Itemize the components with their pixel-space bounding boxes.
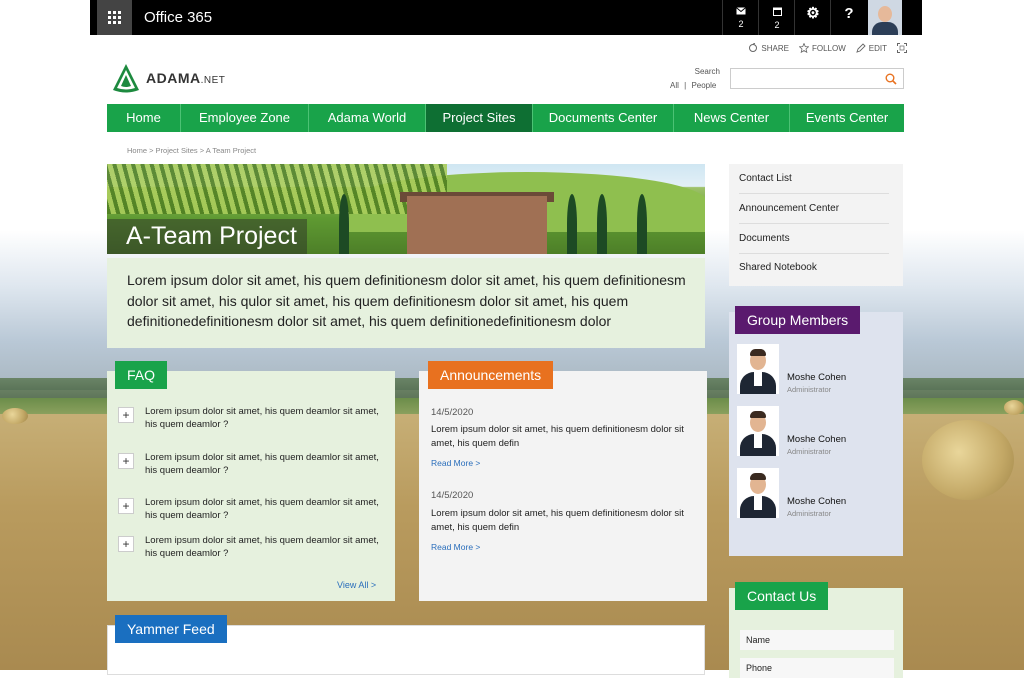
announcements-heading: Announcements [428,361,554,389]
yammer-heading: Yammer Feed [115,615,227,643]
member-avatar [737,406,779,456]
nav-employee-zone[interactable]: Employee Zone [181,104,309,132]
quick-link-shared-notebook[interactable]: Shared Notebook [739,253,889,282]
share-icon [749,43,758,52]
nav-project-sites[interactable]: Project Sites [426,104,533,132]
nav-adama-world[interactable]: Adama World [309,104,426,132]
logo-text: ADAMA.NET [146,70,226,86]
faq-item[interactable]: + Lorem ipsum dolor sit amet, his quem d… [118,496,388,522]
waffle-icon [108,11,121,24]
nav-documents-center[interactable]: Documents Center [533,104,674,132]
page-title: A-Team Project [107,219,307,254]
nav-news-center[interactable]: News Center [674,104,790,132]
hay-bale [1004,400,1024,415]
nav-home[interactable]: Home [107,104,181,132]
scope-all[interactable]: All [670,81,679,90]
member-card[interactable]: Moshe Cohen Administrator [737,406,897,458]
search-scope: All | People [670,81,717,90]
help-icon: ? [844,5,854,22]
user-avatar[interactable] [868,0,902,35]
scope-people[interactable]: People [691,81,716,90]
top-navigation: Home Employee Zone Adama World Project S… [107,104,904,132]
adama-logo-icon [113,64,139,93]
help-button[interactable]: ? [830,0,867,35]
member-card[interactable]: Moshe Cohen Administrator [737,344,897,396]
suite-bar: Office 365 2 2 ⚙ ? [90,0,922,35]
page-actions: SHARE FOLLOW EDIT [748,43,907,53]
site-logo[interactable]: ADAMA.NET [110,62,225,94]
focus-button[interactable] [897,43,907,53]
edit-button[interactable]: EDIT [856,43,887,53]
calendar-icon [759,0,795,18]
member-name: Moshe Cohen [787,372,847,383]
hay-bale [922,420,1014,500]
member-role: Administrator [787,385,832,394]
breadcrumb[interactable]: Home > Project Sites > A Team Project [127,146,256,155]
expand-icon[interactable]: + [118,536,134,552]
suite-title[interactable]: Office 365 [144,0,212,35]
expand-icon[interactable]: + [118,498,134,514]
mail-icon [723,0,759,17]
group-members-panel: Moshe Cohen Administrator Moshe Cohen Ad… [729,312,903,556]
follow-label: FOLLOW [811,43,846,53]
member-avatar [737,344,779,394]
quick-link-documents[interactable]: Documents [739,224,889,254]
expand-icon[interactable]: + [118,453,134,469]
hay-bale [2,408,28,424]
intro-text: Lorem ipsum dolor sit amet, his quem def… [107,258,705,348]
faq-item[interactable]: + Lorem ipsum dolor sit amet, his quem d… [118,405,388,431]
announcement-text: Lorem ipsum dolor sit amet, his quem def… [431,424,684,449]
contact-us-heading: Contact Us [735,582,829,610]
search-icon[interactable] [885,73,897,85]
gear-icon: ⚙ [806,5,820,22]
search-input[interactable] [730,68,904,89]
faq-heading: FAQ [115,361,168,389]
project-banner: A-Team Project [107,164,705,254]
quick-links: Contact List Announcement Center Documen… [729,164,903,286]
group-members-heading: Group Members [735,306,861,334]
nav-events-center[interactable]: Events Center [790,104,904,132]
name-field[interactable]: Name [740,630,894,650]
member-avatar [737,468,779,518]
faq-item[interactable]: + Lorem ipsum dolor sit amet, his quem d… [118,451,388,477]
calendar-button[interactable]: 2 [758,0,795,35]
calendar-count: 2 [774,20,780,30]
expand-icon[interactable]: + [118,407,134,423]
page-frame: Office 365 2 2 ⚙ ? SHARE FOLLOW EDIT ADA… [90,0,922,678]
fullscreen-icon [897,43,907,53]
read-more-link[interactable]: Read More > [431,458,480,468]
share-label: SHARE [761,43,789,53]
quick-link-announcement-center[interactable]: Announcement Center [739,194,889,224]
member-name: Moshe Cohen [787,434,847,445]
faq-view-all-link[interactable]: View All > [337,580,376,590]
member-card[interactable]: Moshe Cohen Administrator [737,468,897,520]
announcements-panel: 14/5/2020 Lorem ipsum dolor sit amet, hi… [419,371,707,601]
announcement-text: Lorem ipsum dolor sit amet, his quem def… [431,508,684,533]
mail-button[interactable]: 2 [722,0,759,35]
vineyard-rows [107,164,447,214]
member-role: Administrator [787,447,832,456]
share-button[interactable]: SHARE [748,43,789,53]
settings-button[interactable]: ⚙ [794,0,831,35]
member-name: Moshe Cohen [787,496,847,507]
phone-field[interactable]: Phone [740,658,894,678]
read-more-link[interactable]: Read More > [431,542,480,552]
app-launcher-button[interactable] [97,0,132,35]
follow-button[interactable]: FOLLOW [798,43,846,53]
edit-label: EDIT [868,43,887,53]
mail-count: 2 [738,19,744,29]
announcement-date: 14/5/2020 [431,490,474,501]
member-role: Administrator [787,509,832,518]
faq-panel: + Lorem ipsum dolor sit amet, his quem d… [107,371,395,601]
faq-item[interactable]: + Lorem ipsum dolor sit amet, his quem d… [118,534,388,560]
pencil-icon [856,43,866,53]
farmhouse [407,196,547,254]
search-label: Search [694,67,720,76]
announcement-date: 14/5/2020 [431,407,474,418]
quick-link-contact-list[interactable]: Contact List [739,164,889,194]
star-icon [798,43,809,53]
